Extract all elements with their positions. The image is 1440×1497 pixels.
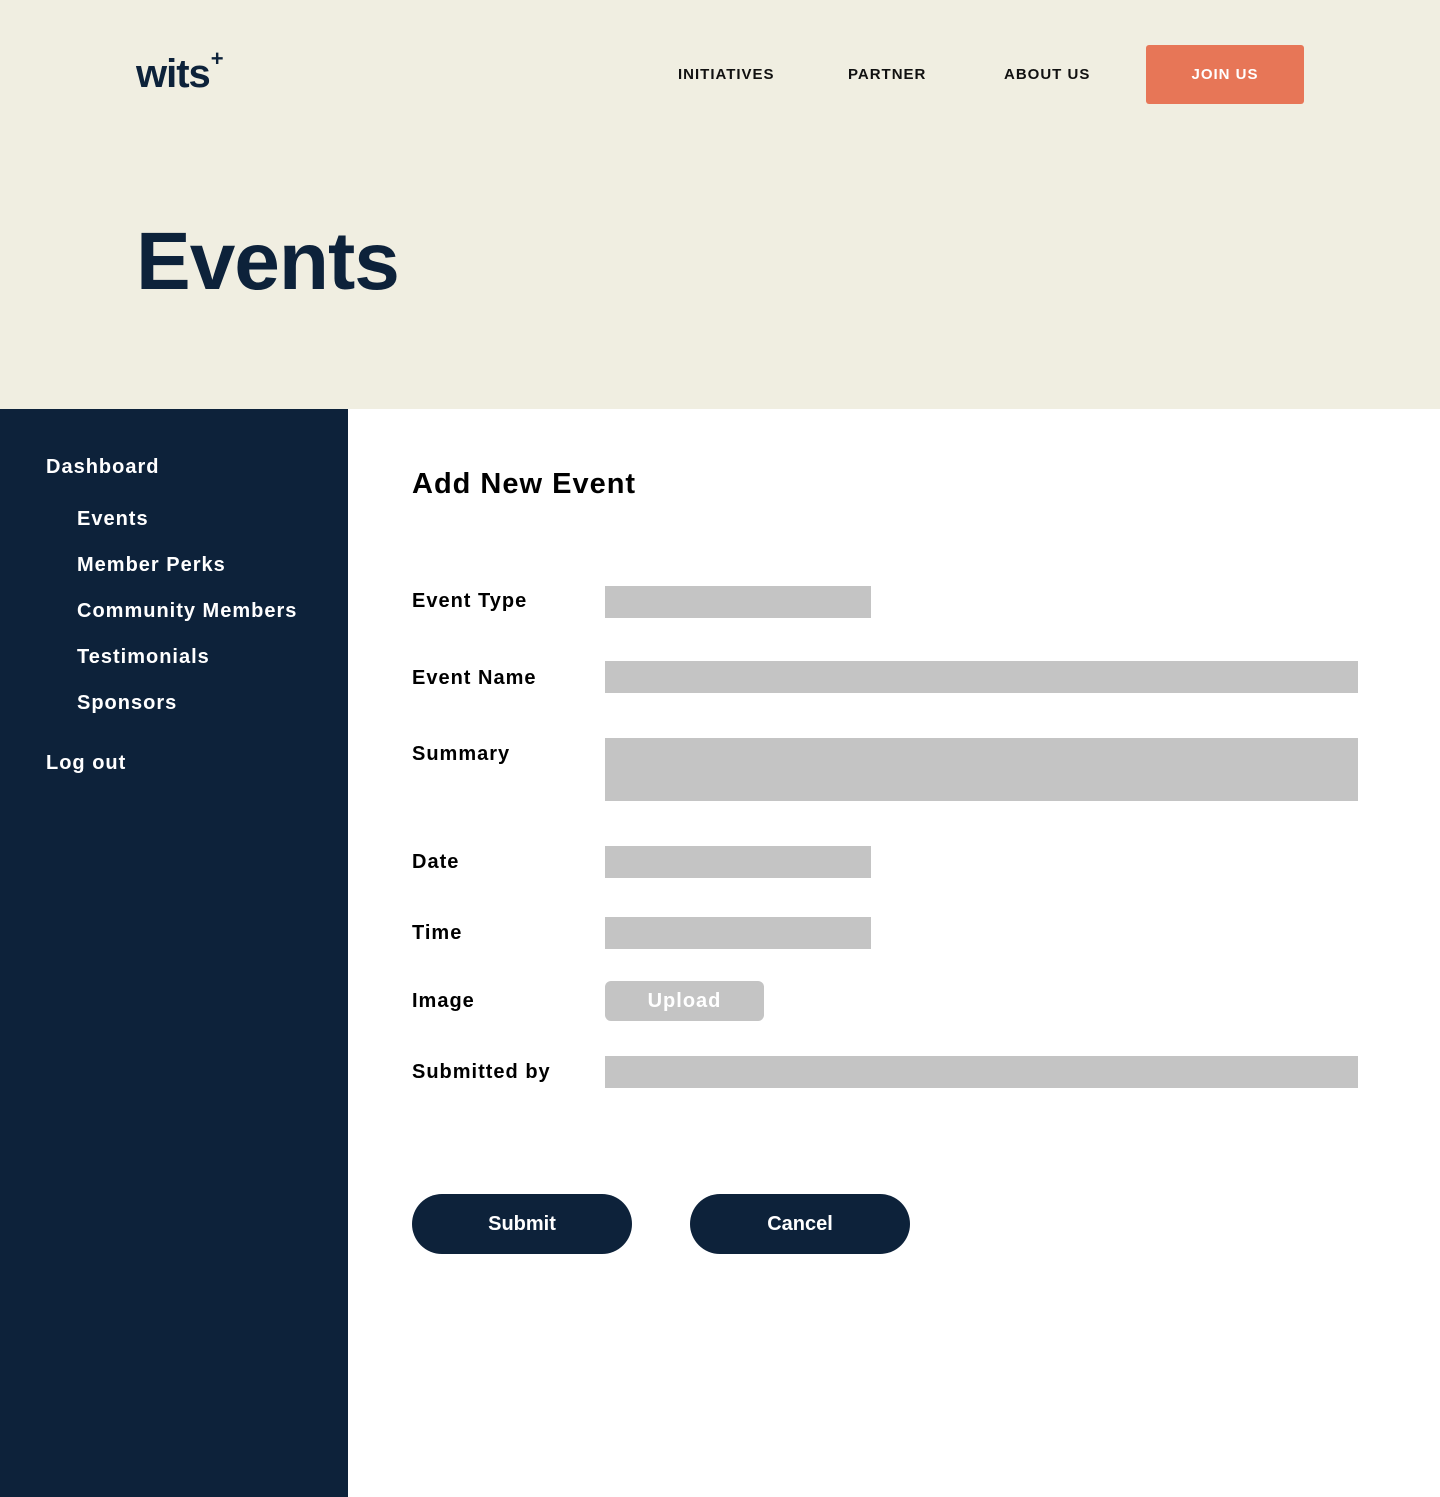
summary-field[interactable] [605,738,1358,801]
logo-text: wits [136,52,211,96]
admin-sidebar: Dashboard Events Member Perks Community … [0,409,348,1497]
page-title: Events [136,216,400,307]
event-type-field[interactable] [605,586,871,618]
event-name-label: Event Name [412,667,537,689]
sidebar-item-log-out[interactable]: Log out [46,751,126,775]
date-field[interactable] [605,846,871,878]
join-us-button[interactable]: JOIN US [1146,45,1304,104]
sidebar-item-member-perks[interactable]: Member Perks [77,553,226,577]
wits-logo[interactable]: wits + [136,46,224,98]
nav-link-about-us[interactable]: ABOUT US [1004,65,1090,85]
summary-label: Summary [412,743,511,765]
sidebar-item-sponsors[interactable]: Sponsors [77,691,177,715]
event-name-field[interactable] [605,661,1358,693]
sidebar-item-testimonials[interactable]: Testimonials [77,645,210,669]
nav-link-initiatives[interactable]: INITIATIVES [678,65,775,85]
submit-button[interactable]: Submit [412,1194,632,1254]
submitted-by-label: Submitted by [412,1061,551,1083]
image-label: Image [412,990,475,1012]
sidebar-item-dashboard[interactable]: Dashboard [46,455,159,479]
date-label: Date [412,851,460,873]
cancel-button[interactable]: Cancel [690,1194,910,1254]
nav-link-partner[interactable]: PARTNER [848,65,926,85]
time-field[interactable] [605,917,871,949]
sidebar-item-events[interactable]: Events [77,507,149,531]
logo-plus-mark: + [210,46,224,71]
submitted-by-field[interactable] [605,1056,1358,1088]
time-label: Time [412,922,463,944]
hero-header: wits + INITIATIVES PARTNER ABOUT US JOIN … [0,0,1440,409]
sidebar-item-community-members[interactable]: Community Members [77,599,297,623]
form-title: Add New Event [412,468,637,500]
event-type-label: Event Type [412,590,528,612]
upload-button[interactable]: Upload [605,981,764,1021]
